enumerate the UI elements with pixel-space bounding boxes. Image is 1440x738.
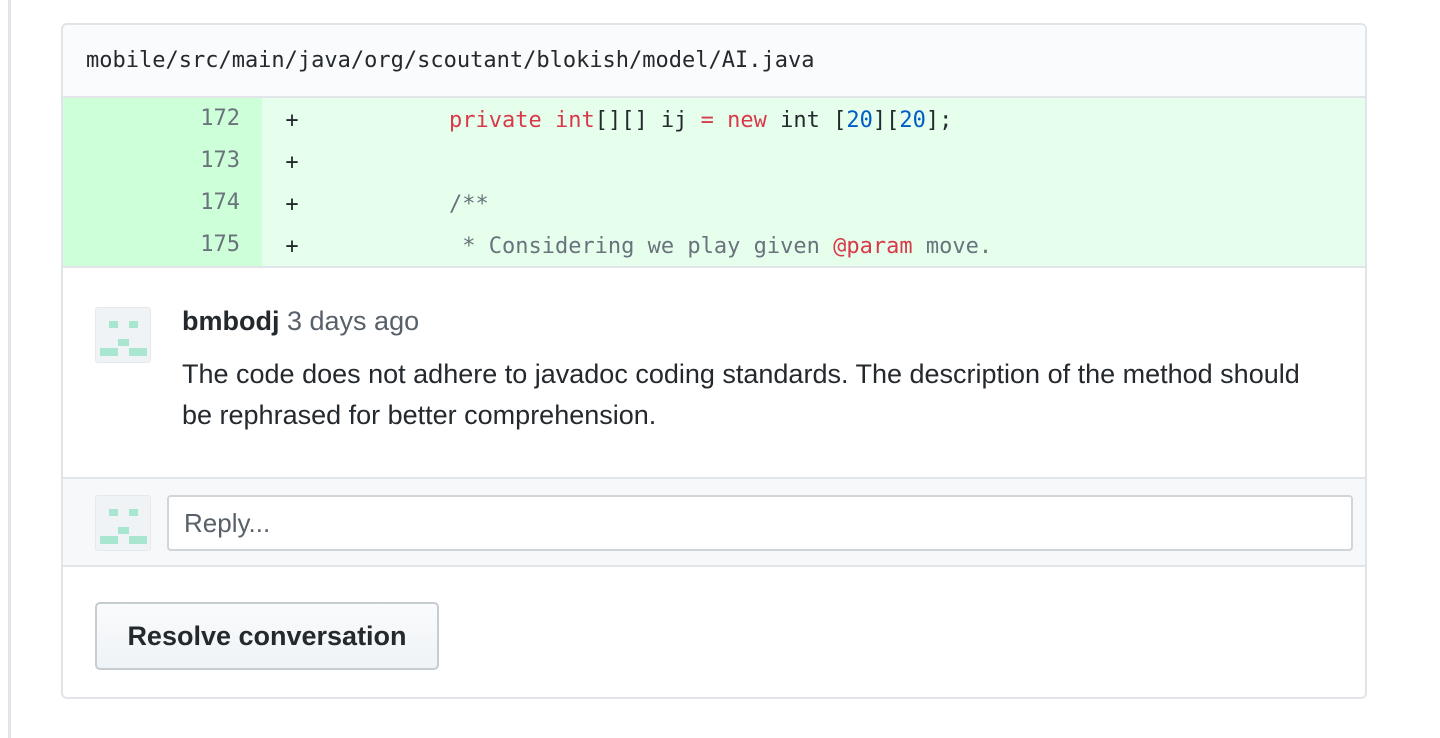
addition-marker: +: [285, 234, 299, 259]
diff-hunk: 172 + private int[][] ij = new int [20][2…: [63, 98, 1365, 266]
addition-marker: +: [285, 108, 299, 133]
resolve-conversation-button[interactable]: Resolve conversation: [95, 602, 439, 670]
file-path-header[interactable]: mobile/src/main/java/org/scoutant/blokis…: [63, 25, 1365, 98]
code-token: 20: [846, 108, 873, 133]
line-number[interactable]: 175: [63, 224, 262, 266]
diff-line: 173 +: [63, 140, 1365, 182]
review-thread: mobile/src/main/java/org/scoutant/blokis…: [61, 23, 1367, 699]
reply-input[interactable]: Reply...: [167, 495, 1353, 551]
avatar[interactable]: [95, 307, 151, 363]
line-number[interactable]: 172: [63, 98, 262, 140]
line-number[interactable]: 174: [63, 182, 262, 224]
file-path[interactable]: mobile/src/main/java/org/scoutant/blokis…: [86, 48, 814, 73]
diff-line: 174 + /**: [63, 182, 1365, 224]
code-token: int [: [766, 108, 847, 133]
code-token: private: [448, 108, 542, 133]
code-line: /**: [322, 182, 1365, 224]
code-token: 20: [899, 108, 926, 133]
code-token: * Considering we play given: [462, 234, 834, 259]
diff-line: 175 + * Considering we play given @param …: [63, 224, 1365, 266]
code-token: @param: [833, 234, 913, 259]
comment-timestamp[interactable]: 3 days ago: [287, 306, 419, 336]
code-token: [][] ij: [594, 108, 701, 133]
code-token: new: [727, 108, 767, 133]
comment-header: bmbodj 3 days ago: [182, 306, 419, 337]
addition-marker: +: [285, 192, 299, 217]
code-line: * Considering we play given @param move.: [322, 224, 1365, 266]
current-user-avatar: [95, 495, 151, 551]
reply-area: Reply...: [63, 477, 1365, 567]
line-number[interactable]: 173: [63, 140, 262, 182]
code-token: =: [700, 108, 714, 133]
comment-body: The code does not adhere to javadoc codi…: [182, 359, 1300, 430]
code-token: int: [554, 108, 595, 133]
code-token: /**: [448, 192, 489, 217]
addition-marker: +: [285, 150, 299, 175]
timeline-line: [8, 0, 11, 738]
code-token: ];: [925, 108, 953, 133]
code-token: ][: [872, 108, 900, 133]
code-line: private int[][] ij = new int [20][20];: [322, 98, 1365, 140]
diff-line: 172 + private int[][] ij = new int [20][2…: [63, 98, 1365, 140]
comment-author[interactable]: bmbodj: [182, 306, 279, 336]
review-comment: bmbodj 3 days ago The code does not adhe…: [63, 266, 1365, 477]
code-token: move.: [912, 234, 993, 259]
